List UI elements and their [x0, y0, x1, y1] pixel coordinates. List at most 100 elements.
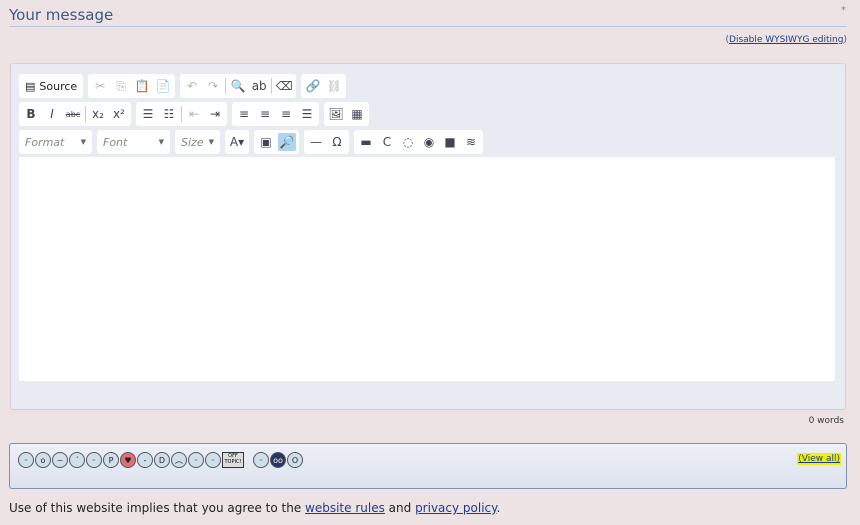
format-dropdown[interactable]: Format ▼ [19, 130, 92, 154]
smiley-icon[interactable]: ᵕ [18, 452, 34, 468]
highlight-button[interactable]: ■ [441, 133, 459, 151]
redo-icon: ↷ [208, 79, 219, 93]
text-color-button[interactable]: A▾ [228, 133, 246, 151]
required-mark: * [841, 5, 846, 16]
smiley-icon[interactable]: o [35, 452, 51, 468]
smiley-icon[interactable]: ♥ [120, 452, 136, 468]
code-button[interactable]: C [378, 133, 396, 151]
privacy-policy-link[interactable]: privacy policy [415, 501, 496, 515]
toolbar-group: 🖼 ▦ [324, 102, 369, 126]
source-button[interactable]: ▤ Source [19, 74, 84, 98]
special-char-button[interactable]: Ω [328, 133, 346, 151]
smiley-icon[interactable]: ᵕ [205, 452, 221, 468]
italic-icon: I [50, 107, 54, 121]
quote-icon: ▬ [360, 135, 372, 149]
size-dropdown[interactable]: Size ▼ [175, 130, 220, 154]
separator [271, 78, 273, 94]
format-label: Format [25, 135, 65, 149]
strike-button[interactable]: abc [64, 105, 82, 123]
spoiler-icon: ◌ [402, 135, 414, 149]
paste-word-icon: 📄 [155, 79, 171, 93]
special-char-icon: Ω [332, 135, 342, 149]
smileys-panel: ᵕ o ~ ´ ᵕ P ♥ - D ︵ ᵕ ᵕ OFF TOPIC! ᵕ oo O (View all) [9, 443, 847, 489]
show-blocks-icon: 🔎 [279, 135, 295, 149]
bulleted-list-button[interactable]: ☷ [160, 105, 178, 123]
code-icon: C [382, 135, 392, 149]
remove-format-icon: ⌫ [275, 79, 293, 93]
remove-format-button[interactable]: ⌫ [275, 77, 293, 95]
table-button[interactable]: ▦ [348, 105, 366, 123]
emoticon-button[interactable]: ◉ [420, 133, 438, 151]
chevron-down-icon: ▼ [158, 138, 164, 146]
bold-button[interactable]: B [22, 105, 40, 123]
smiley-icon[interactable]: D [154, 452, 170, 468]
disable-wysiwyg: (Disable WYSIWYG editing) [726, 35, 847, 45]
paste-word-button[interactable]: 📄 [154, 77, 172, 95]
find-button[interactable]: 🔍 [229, 77, 247, 95]
source-icon: ▤ [25, 79, 36, 93]
align-center-button[interactable]: ≡ [256, 105, 274, 123]
show-blocks-button[interactable]: 🔎 [278, 133, 296, 151]
justify-button[interactable]: ☰ [298, 105, 316, 123]
table-icon: ▦ [351, 107, 363, 121]
footer-suffix: . [496, 501, 501, 515]
disable-wysiwyg-link[interactable]: Disable WYSIWYG editing [729, 35, 843, 45]
smiley-icon[interactable]: ︵ [171, 452, 187, 468]
spoiler-button[interactable]: ◌ [399, 133, 417, 151]
smiley-icon[interactable]: ᵕ [86, 452, 102, 468]
editor-content-area[interactable] [19, 157, 835, 381]
replace-button[interactable]: ab [250, 77, 268, 95]
separator [225, 78, 227, 94]
font-dropdown[interactable]: Font ▼ [97, 130, 170, 154]
font-label: Font [103, 135, 128, 149]
website-rules-link[interactable]: website rules [305, 501, 385, 515]
link-button[interactable]: 🔗 [304, 77, 322, 95]
toolbar-group: B Iabc x₂ x² [19, 102, 131, 126]
unlink-button[interactable]: ⛓ [325, 77, 343, 95]
align-center-icon: ≡ [259, 107, 271, 121]
chevron-down-icon: ▼ [208, 138, 214, 146]
footer-text: Use of this website implies that you agr… [9, 501, 500, 515]
outdent-button[interactable]: ⇤ [185, 105, 203, 123]
image-button[interactable]: 🖼 [327, 105, 345, 123]
off-topic-smiley[interactable]: OFF TOPIC! [222, 452, 244, 468]
chevron-down-icon: ▼ [80, 138, 86, 146]
redo-button[interactable]: ↷ [204, 77, 222, 95]
copy-button[interactable]: ⎘ [112, 77, 130, 95]
quote-button[interactable]: ▬ [357, 133, 375, 151]
paste-button[interactable]: 📋 [133, 77, 151, 95]
numbered-list-button[interactable]: ☰ [139, 105, 157, 123]
smiley-icon[interactable]: oo [270, 452, 286, 468]
paste-icon: 📋 [134, 79, 150, 93]
smiley-icon[interactable]: - [137, 452, 153, 468]
separator [181, 106, 182, 122]
smiley-icon[interactable]: ~ [52, 452, 68, 468]
superscript-button[interactable]: x² [110, 105, 128, 123]
cut-button[interactable]: ✂ [91, 77, 109, 95]
toolbar-group: A▾ [225, 130, 249, 154]
text-icon: ≋ [465, 135, 477, 149]
smiley-icon[interactable]: ᵕ [188, 452, 204, 468]
undo-button[interactable]: ↶ [183, 77, 201, 95]
align-left-button[interactable]: ≡ [235, 105, 253, 123]
find-icon: 🔍 [230, 79, 246, 93]
indent-button[interactable]: ⇥ [206, 105, 224, 123]
rich-text-editor: ▤ Source ✂ ⎘ 📋 📄 ↶ ↷ 🔍 ab ⌫ 🔗 ⛓ B Iabc x₂ x² ☰ ☷ ⇤ ⇥ ≡ ≡ ≡ ☰ 🖼 ▦ … [10, 63, 846, 410]
undo-icon: ↶ [187, 79, 198, 93]
smiley-icon[interactable]: ᵕ [253, 452, 269, 468]
horizontal-rule-button[interactable]: — [307, 133, 325, 151]
outdent-icon: ⇤ [188, 107, 200, 121]
align-right-button[interactable]: ≡ [277, 105, 295, 123]
cut-icon: ✂ [95, 79, 106, 93]
smiley-icon[interactable]: O [287, 452, 303, 468]
subscript-button[interactable]: x₂ [89, 105, 107, 123]
toolbar-group: 🔗 ⛓ [301, 74, 347, 98]
smiley-icon[interactable]: ´ [69, 452, 85, 468]
italic-button[interactable]: I [43, 105, 61, 123]
toolbar-group: ▣ 🔎 [254, 130, 299, 154]
view-all-link[interactable]: (View all) [798, 454, 840, 464]
smiley-icon[interactable]: P [103, 452, 119, 468]
maximize-button[interactable]: ▣ [257, 133, 275, 151]
text-button[interactable]: ≋ [462, 133, 480, 151]
toolbar-group: ✂ ⎘ 📋 📄 [88, 74, 176, 98]
